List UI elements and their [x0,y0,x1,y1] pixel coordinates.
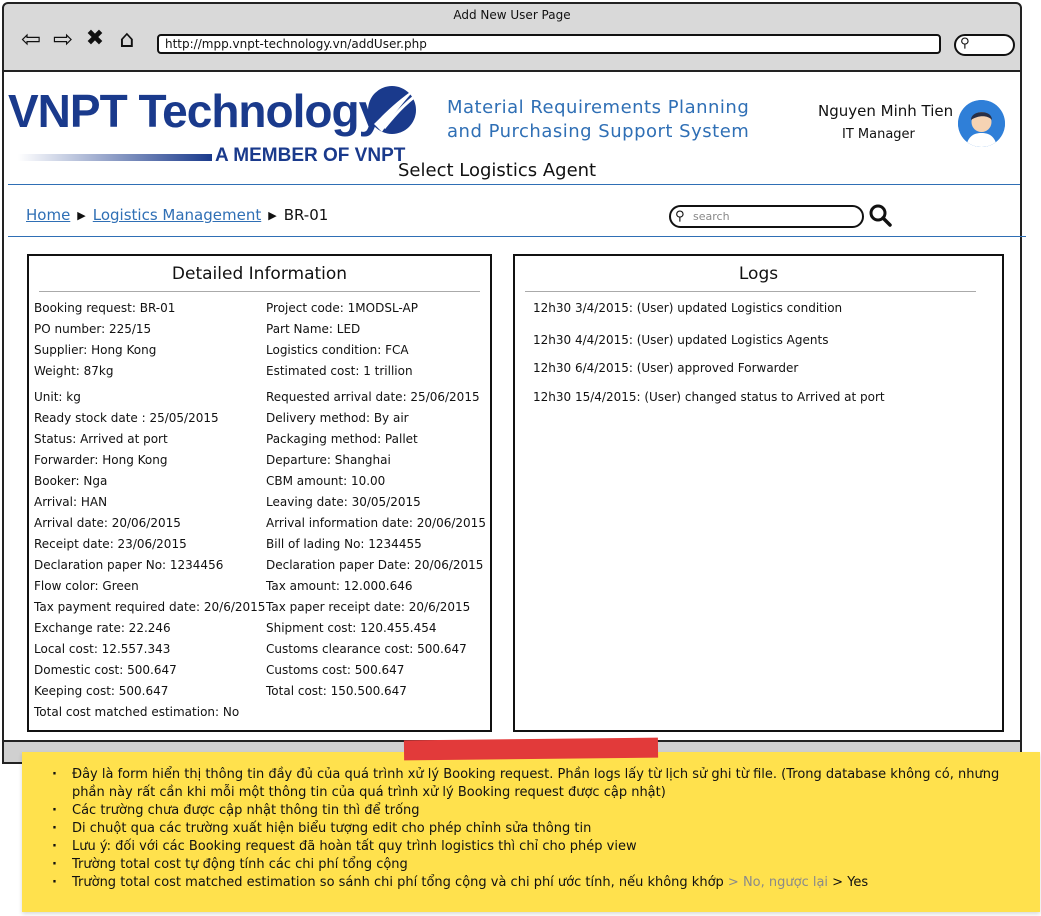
detail-field[interactable]: Status: Arrived at port [34,429,265,450]
detail-field[interactable]: Shipment cost: 120.455.454 [266,618,486,639]
search-placeholder: search [693,210,730,223]
logo-underline [18,154,212,161]
logo-text: VNPT Technology [8,85,384,137]
detail-left-column: Booking request: BR-01 PO number: 225/15… [34,298,265,723]
detail-field[interactable]: Requested arrival date: 25/06/2015 [266,387,486,408]
detail-field[interactable]: Arrival: HAN [34,492,265,513]
detail-field[interactable]: Total cost matched estimation: No [34,702,265,723]
breadcrumb-home-link[interactable]: Home [26,206,70,224]
detail-panel-divider [39,291,480,292]
detail-field[interactable]: Customs clearance cost: 500.647 [266,639,486,660]
user-role: IT Manager [842,127,915,142]
logo-subtitle: A MEMBER OF VNPT [215,145,406,166]
detail-field[interactable]: Leaving date: 30/05/2015 [266,492,486,513]
detail-right-column: Project code: 1MODSL-AP Part Name: LED L… [266,298,486,702]
logs-panel-divider [525,291,976,292]
detail-field[interactable]: Flow color: Green [34,576,265,597]
note-item: Lưu ý: đối với các Booking request đã ho… [52,838,1022,856]
detail-field[interactable]: Total cost: 150.500.647 [266,681,486,702]
avatar[interactable] [958,100,1005,147]
detail-field[interactable]: Booker: Nga [34,471,265,492]
detail-field[interactable]: PO number: 225/15 [34,319,265,340]
search-button[interactable] [868,203,892,233]
page-title: Select Logistics Agent [398,160,597,181]
detail-field[interactable]: Tax paper receipt date: 20/6/2015 [266,597,486,618]
search-icon: ⚲ [960,36,970,51]
note-item: Di chuột qua các trường xuất hiện biểu t… [52,820,1022,838]
detail-field[interactable]: Tax payment required date: 20/6/2015 [34,597,265,618]
browser-window-chrome: Add New User Page ⇦ ⇨ ✖ ⌂ http://mpp.vnp… [2,2,1022,72]
detail-field[interactable]: Domestic cost: 500.647 [34,660,265,681]
detail-field[interactable]: Project code: 1MODSL-AP [266,298,486,319]
breadcrumb-logistics-link[interactable]: Logistics Management [93,206,261,224]
log-entry: 12h30 4/4/2015: (User) updated Logistics… [533,333,829,347]
detail-field[interactable]: Arrival information date: 20/06/2015 [266,513,486,534]
window-title: Add New User Page [453,8,571,22]
detail-field[interactable]: Ready stock date : 25/05/2015 [34,408,265,429]
log-list: 12h30 3/4/2015: (User) updated Logistics… [533,298,885,407]
search-input[interactable]: ⚲ search [669,205,864,228]
detail-field[interactable]: Packaging method: Pallet [266,429,486,450]
back-arrow-icon[interactable]: ⇦ [18,26,44,52]
detail-field[interactable]: Part Name: LED [266,319,486,340]
note-item: Trường total cost tự động tính các chi p… [52,856,1022,874]
detail-field[interactable]: Supplier: Hong Kong [34,340,265,361]
note-item-last: Trường total cost matched estimation so … [52,874,1022,892]
log-entry: 12h30 6/4/2015: (User) approved Forwarde… [533,361,799,375]
detail-panel: Detailed Information Booking request: BR… [27,254,492,732]
logs-panel-title: Logs [738,264,779,284]
magnifier-icon [869,204,892,227]
detail-field[interactable]: Exchange rate: 22.246 [34,618,265,639]
forward-arrow-icon[interactable]: ⇨ [50,26,76,52]
breadcrumb-arrow-icon: ▶ [77,208,86,222]
note-item: Đây là form hiển thị thông tin đầy đủ củ… [52,766,1022,802]
detail-field[interactable]: Bill of lading No: 1234455 [266,534,486,555]
detail-field[interactable]: Unit: kg [34,387,265,408]
log-entry: 12h30 3/4/2015: (User) updated Logistics… [533,301,843,315]
detail-field[interactable]: Declaration paper No: 1234456 [34,555,265,576]
user-avatar-icon [958,100,1005,147]
detail-field[interactable]: Declaration paper Date: 20/06/2015 [266,555,486,576]
browser-search-field[interactable]: ⚲ [954,34,1015,56]
detail-field[interactable]: Receipt date: 23/06/2015 [34,534,265,555]
detail-field[interactable]: Weight: 87kg [34,361,265,382]
system-name: Material Requirements Planning and Purch… [447,97,750,142]
header-divider [8,184,1020,185]
detail-panel-title: Detailed Information [171,264,348,284]
user-name: Nguyen Minh Tien [818,102,954,120]
detail-field[interactable]: Estimated cost: 1 trillion [266,361,486,382]
detail-field[interactable]: Departure: Shanghai [266,450,486,471]
log-entry: 12h30 15/4/2015: (User) changed status t… [533,390,885,404]
detail-field[interactable]: Customs cost: 500.647 [266,660,486,681]
breadcrumb-current: BR-01 [283,206,329,224]
detail-field[interactable]: CBM amount: 10.00 [266,471,486,492]
note-text: Trường total cost matched estimation so … [72,875,724,890]
note-tape [403,737,659,761]
breadcrumb-divider [8,236,1026,237]
logs-panel: Logs 12h30 3/4/2015: (User) updated Logi… [513,254,1004,732]
note-muted-text: > No, ngược lại [723,875,829,890]
detail-field[interactable]: Arrival date: 20/06/2015 [34,513,265,534]
detail-field[interactable]: Local cost: 12.557.343 [34,639,265,660]
search-icon: ⚲ [675,209,685,224]
detail-field[interactable]: Forwarder: Hong Kong [34,450,265,471]
detail-field[interactable]: Keeping cost: 500.647 [34,681,265,702]
logo-swoosh-icon [368,86,419,134]
note-list: Đây là form hiển thị thông tin đầy đủ củ… [52,766,1022,892]
browser-nav: ⇦ ⇨ ✖ ⌂ [18,26,140,52]
breadcrumb: Home ▶ Logistics Management ▶ BR-01 [26,206,328,224]
close-icon[interactable]: ✖ [82,26,108,52]
annotation-note: Đây là form hiển thị thông tin đầy đủ củ… [22,752,1040,912]
detail-field[interactable]: Tax amount: 12.000.646 [266,576,486,597]
detail-field[interactable]: Booking request: BR-01 [34,298,265,319]
detail-field[interactable]: Logistics condition: FCA [266,340,486,361]
note-item: Các trường chưa được cập nhật thông tin … [52,802,1022,820]
home-icon[interactable]: ⌂ [114,26,140,52]
url-bar[interactable]: http://mpp.vnpt-technology.vn/addUser.ph… [157,34,941,54]
note-text: > Yes [828,875,869,890]
breadcrumb-arrow-icon: ▶ [268,208,277,222]
detail-field[interactable]: Delivery method: By air [266,408,486,429]
